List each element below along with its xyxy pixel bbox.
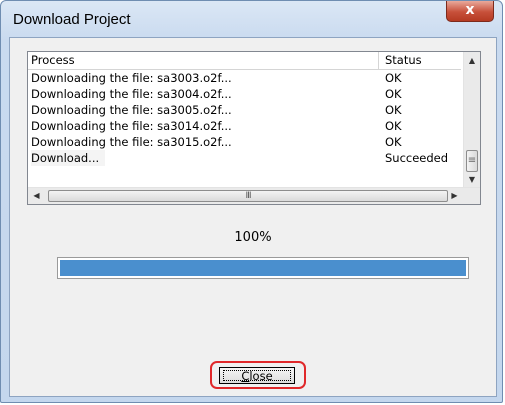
process-cell: Downloading the file: sa3005.o2f... (31, 103, 232, 117)
status-cell: OK (385, 103, 402, 117)
process-cell: Downloading the file: sa3004.o2f... (31, 87, 232, 101)
status-cell: OK (385, 135, 402, 149)
list-row[interactable]: Downloading the file: sa3014.o2f... OK (28, 118, 461, 134)
scroll-up-icon[interactable]: ▲ (464, 52, 480, 69)
list-header: Process Status (28, 52, 461, 70)
close-button[interactable]: Close (219, 367, 295, 384)
title-bar: Download Project x (1, 1, 502, 37)
close-button-highlight: Close (210, 361, 306, 389)
status-cell: OK (385, 119, 402, 133)
progress-percent: 100% (234, 230, 272, 245)
download-project-dialog: Download Project x Process Status Downlo… (0, 0, 503, 403)
status-cell: OK (385, 87, 402, 101)
list-row[interactable]: Downloading the file: sa3005.o2f... OK (28, 102, 461, 118)
scroll-right-icon[interactable]: ▶ (446, 188, 463, 204)
process-cell: Downloading the file: sa3014.o2f... (31, 119, 232, 133)
horizontal-scroll-thumb[interactable]: III (48, 190, 448, 202)
vertical-scrollbar[interactable]: ▲ ≡ ▼ (463, 52, 480, 188)
horizontal-scrollbar[interactable]: ◀ III ▶ (28, 187, 480, 204)
scroll-left-icon[interactable]: ◀ (28, 188, 45, 204)
process-cell: Downloading the file: sa3015.o2f... (31, 135, 232, 149)
scroll-down-icon[interactable]: ▼ (464, 171, 480, 188)
vertical-scroll-thumb[interactable]: ≡ (466, 150, 478, 172)
list-row[interactable]: Downloading the file: sa3015.o2f... OK (28, 134, 461, 150)
column-header-process[interactable]: Process (28, 52, 379, 69)
status-cell: OK (385, 71, 402, 85)
process-cell: Downloading the file: sa3003.o2f... (31, 71, 232, 85)
column-header-status[interactable]: Status (379, 52, 461, 69)
window-close-button[interactable]: x (446, 1, 494, 22)
close-button-focus-rect: Close (223, 369, 291, 383)
progress-bar (57, 257, 469, 279)
close-button-label: lose (249, 369, 273, 383)
process-cell: Download... (31, 150, 106, 166)
list-row[interactable]: Download... Succeeded (28, 150, 461, 166)
list-row[interactable]: Downloading the file: sa3003.o2f... OK (28, 70, 461, 86)
progress-bar-fill (60, 260, 466, 276)
close-icon: x (465, 2, 475, 18)
list-row[interactable]: Downloading the file: sa3004.o2f... OK (28, 86, 461, 102)
process-list[interactable]: Process Status Downloading the file: sa3… (27, 51, 481, 205)
dialog-client-area: Process Status Downloading the file: sa3… (9, 37, 497, 397)
window-title: Download Project (13, 11, 131, 28)
status-cell: Succeeded (385, 151, 449, 165)
